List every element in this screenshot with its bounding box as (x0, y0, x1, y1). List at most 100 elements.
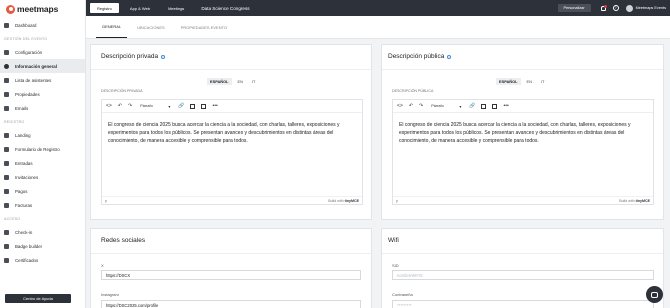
sidebar-item-lista-de-asistentes[interactable]: Lista de asistentes (0, 73, 85, 87)
lang-tab-it[interactable]: IT (538, 78, 547, 85)
top-tab-app-web[interactable]: App & Web (123, 3, 157, 13)
sidebar-section-heading: REGISTRO (4, 119, 25, 124)
lang-tab-es[interactable]: ESPAÑOL (496, 78, 521, 85)
tab-propiedades-evento[interactable]: PROPIEDADES EVENTO (175, 25, 233, 38)
paragraph-select[interactable]: Párrafo ▾ (429, 103, 463, 110)
sidebar-item-label: Dashboard (15, 22, 37, 28)
divider (91, 253, 371, 254)
undo-icon[interactable]: ↶ (118, 103, 122, 109)
sidebar-item-emails[interactable]: Emails (0, 101, 85, 115)
table-icon[interactable] (190, 103, 196, 109)
sidebar-item-label: Emails (15, 105, 29, 111)
tab-general[interactable]: GENERAL (96, 24, 128, 38)
divider (382, 69, 663, 70)
editor-label: DESCRIPCIÓN PÚBLICA (392, 89, 434, 93)
chevron-down-icon: ▾ (459, 104, 462, 109)
notifications-bell-icon[interactable] (600, 4, 607, 11)
sidebar-item-label: Pagos (15, 188, 28, 194)
ssid-input[interactable]: nombreWIFIS (392, 270, 654, 280)
x-url-input[interactable]: https://DSCX (101, 270, 361, 280)
sidebar-item-invitaciones[interactable]: Invitaciones (0, 170, 85, 184)
sidebar-item-label: Certificados (15, 257, 39, 263)
sidebar-item-check-in[interactable]: Check-in (0, 225, 85, 239)
sidebar-item-label: Lista de asistentes (15, 77, 52, 83)
password-label: Contraseña (392, 292, 413, 297)
chat-launcher-button[interactable] (646, 286, 663, 303)
brand-name: meetmaps (17, 4, 59, 14)
brand-logo[interactable]: meetmaps (0, 0, 85, 18)
code-icon[interactable]: <> (106, 103, 112, 109)
help-center-button[interactable]: Centro de Ayuda (5, 294, 71, 303)
help-icon[interactable]: ? (612, 5, 619, 11)
chevron-down-icon: ▾ (168, 104, 171, 109)
password-input[interactable]: ********* (392, 300, 654, 308)
info-icon (161, 54, 166, 59)
sidebar-item-label: Facturas (15, 202, 33, 208)
ssid-label: SID (392, 263, 399, 268)
build-with-text: Build with (619, 198, 635, 203)
editor-footer: p Build with tinyMCE (393, 196, 653, 204)
instagram-url-input[interactable]: https://DSC2025.com/profile (101, 300, 361, 308)
lang-tab-en[interactable]: EN (235, 78, 246, 85)
sidebar-item-formulario-de-registro[interactable]: Formulario de Registro (0, 142, 85, 156)
editor-content[interactable]: El congreso de ciencia 2025 busca acerca… (393, 113, 653, 145)
tinymce-credit[interactable]: Build with tinyMCE (328, 199, 359, 203)
table-icon[interactable] (481, 103, 487, 109)
badge-icon (4, 243, 9, 249)
redo-icon[interactable]: ↷ (419, 103, 423, 109)
element-path: p (396, 198, 398, 203)
rich-text-editor[interactable]: <> ↶ ↷ Párrafo ▾ 🔗 ••• El congreso de cie… (392, 99, 654, 205)
social-networks-card: Redes sociales X https://DSCX Instagram … (90, 228, 372, 308)
tab-ubicaciones[interactable]: UBICACIONES (131, 25, 171, 38)
more-icon[interactable]: ••• (212, 103, 217, 109)
editor-content[interactable]: El congreso de ciencia 2025 busca acerca… (102, 113, 362, 145)
sidebar-item-pagos[interactable]: Pagos (0, 184, 85, 198)
sidebar-item-dashboard[interactable]: Dashboard (0, 18, 85, 32)
ticket-icon (4, 160, 9, 166)
lang-tab-es[interactable]: ESPAÑOL (207, 78, 232, 85)
editor-label: DESCRIPCIÓN PRIVADA (101, 89, 143, 93)
sidebar-item-configuracion[interactable]: Configuración (0, 45, 85, 59)
sidebar-item-label: Check-in (15, 229, 33, 235)
tinymce-credit[interactable]: Build with tinyMCE (619, 199, 650, 203)
sidebar-item-label: Configuración (15, 49, 43, 55)
image-icon[interactable] (201, 103, 207, 109)
users-icon (4, 77, 9, 83)
sidebar-item-landing[interactable]: Landing (0, 128, 85, 142)
rich-text-editor[interactable]: <> ↶ ↷ Párrafo ▾ 🔗 ••• El congreso de cie… (101, 99, 363, 205)
sidebar-item-facturas[interactable]: Facturas (0, 198, 85, 212)
info-icon (4, 63, 9, 69)
sidebar-item-propiedades[interactable]: Propiedades (0, 87, 85, 101)
lang-tab-it[interactable]: IT (249, 78, 258, 85)
sidebar: meetmaps Dashboard GESTIÓN DEL EVENTO Conf… (0, 0, 86, 308)
sidebar-item-entradas[interactable]: Entradas (0, 156, 85, 170)
top-tab-registro[interactable]: Registro (90, 3, 119, 13)
user-name[interactable]: Meetmaps Events (636, 6, 666, 10)
top-tab-meetings[interactable]: Meetings (161, 3, 191, 13)
top-bar-actions: Personalizar ? Meetmaps Events (557, 0, 666, 16)
sidebar-item-label: Invitaciones (15, 174, 39, 180)
redo-icon[interactable]: ↷ (128, 103, 132, 109)
sidebar-section-heading: GESTIÓN DEL EVENTO (4, 36, 48, 41)
card-icon (4, 188, 9, 194)
undo-icon[interactable]: ↶ (409, 103, 413, 109)
sidebar-item-badge-builder[interactable]: Badge builder (0, 239, 85, 253)
more-icon[interactable]: ••• (503, 103, 508, 109)
invite-icon (4, 174, 9, 180)
code-icon[interactable]: <> (397, 103, 403, 109)
paragraph-select[interactable]: Párrafo ▾ (138, 103, 172, 110)
chat-bubble-icon (651, 291, 658, 298)
element-path: p (105, 198, 107, 203)
link-icon[interactable]: 🔗 (469, 103, 475, 109)
sidebar-item-informacion-general[interactable]: Información general (0, 59, 85, 73)
sidebar-item-certificados[interactable]: Certificados (0, 253, 85, 267)
wifi-card: Wifi SID nombreWIFIS Contraseña ********… (381, 228, 664, 308)
customize-button[interactable]: Personalizar (557, 4, 591, 12)
user-avatar[interactable] (625, 4, 633, 12)
link-icon[interactable]: 🔗 (178, 103, 184, 109)
lang-tab-en[interactable]: EN (524, 78, 535, 85)
divider (91, 69, 371, 70)
image-icon[interactable] (492, 103, 498, 109)
paragraph-select-value: Párrafo (431, 104, 444, 108)
sidebar-item-label: Información general (15, 63, 57, 69)
